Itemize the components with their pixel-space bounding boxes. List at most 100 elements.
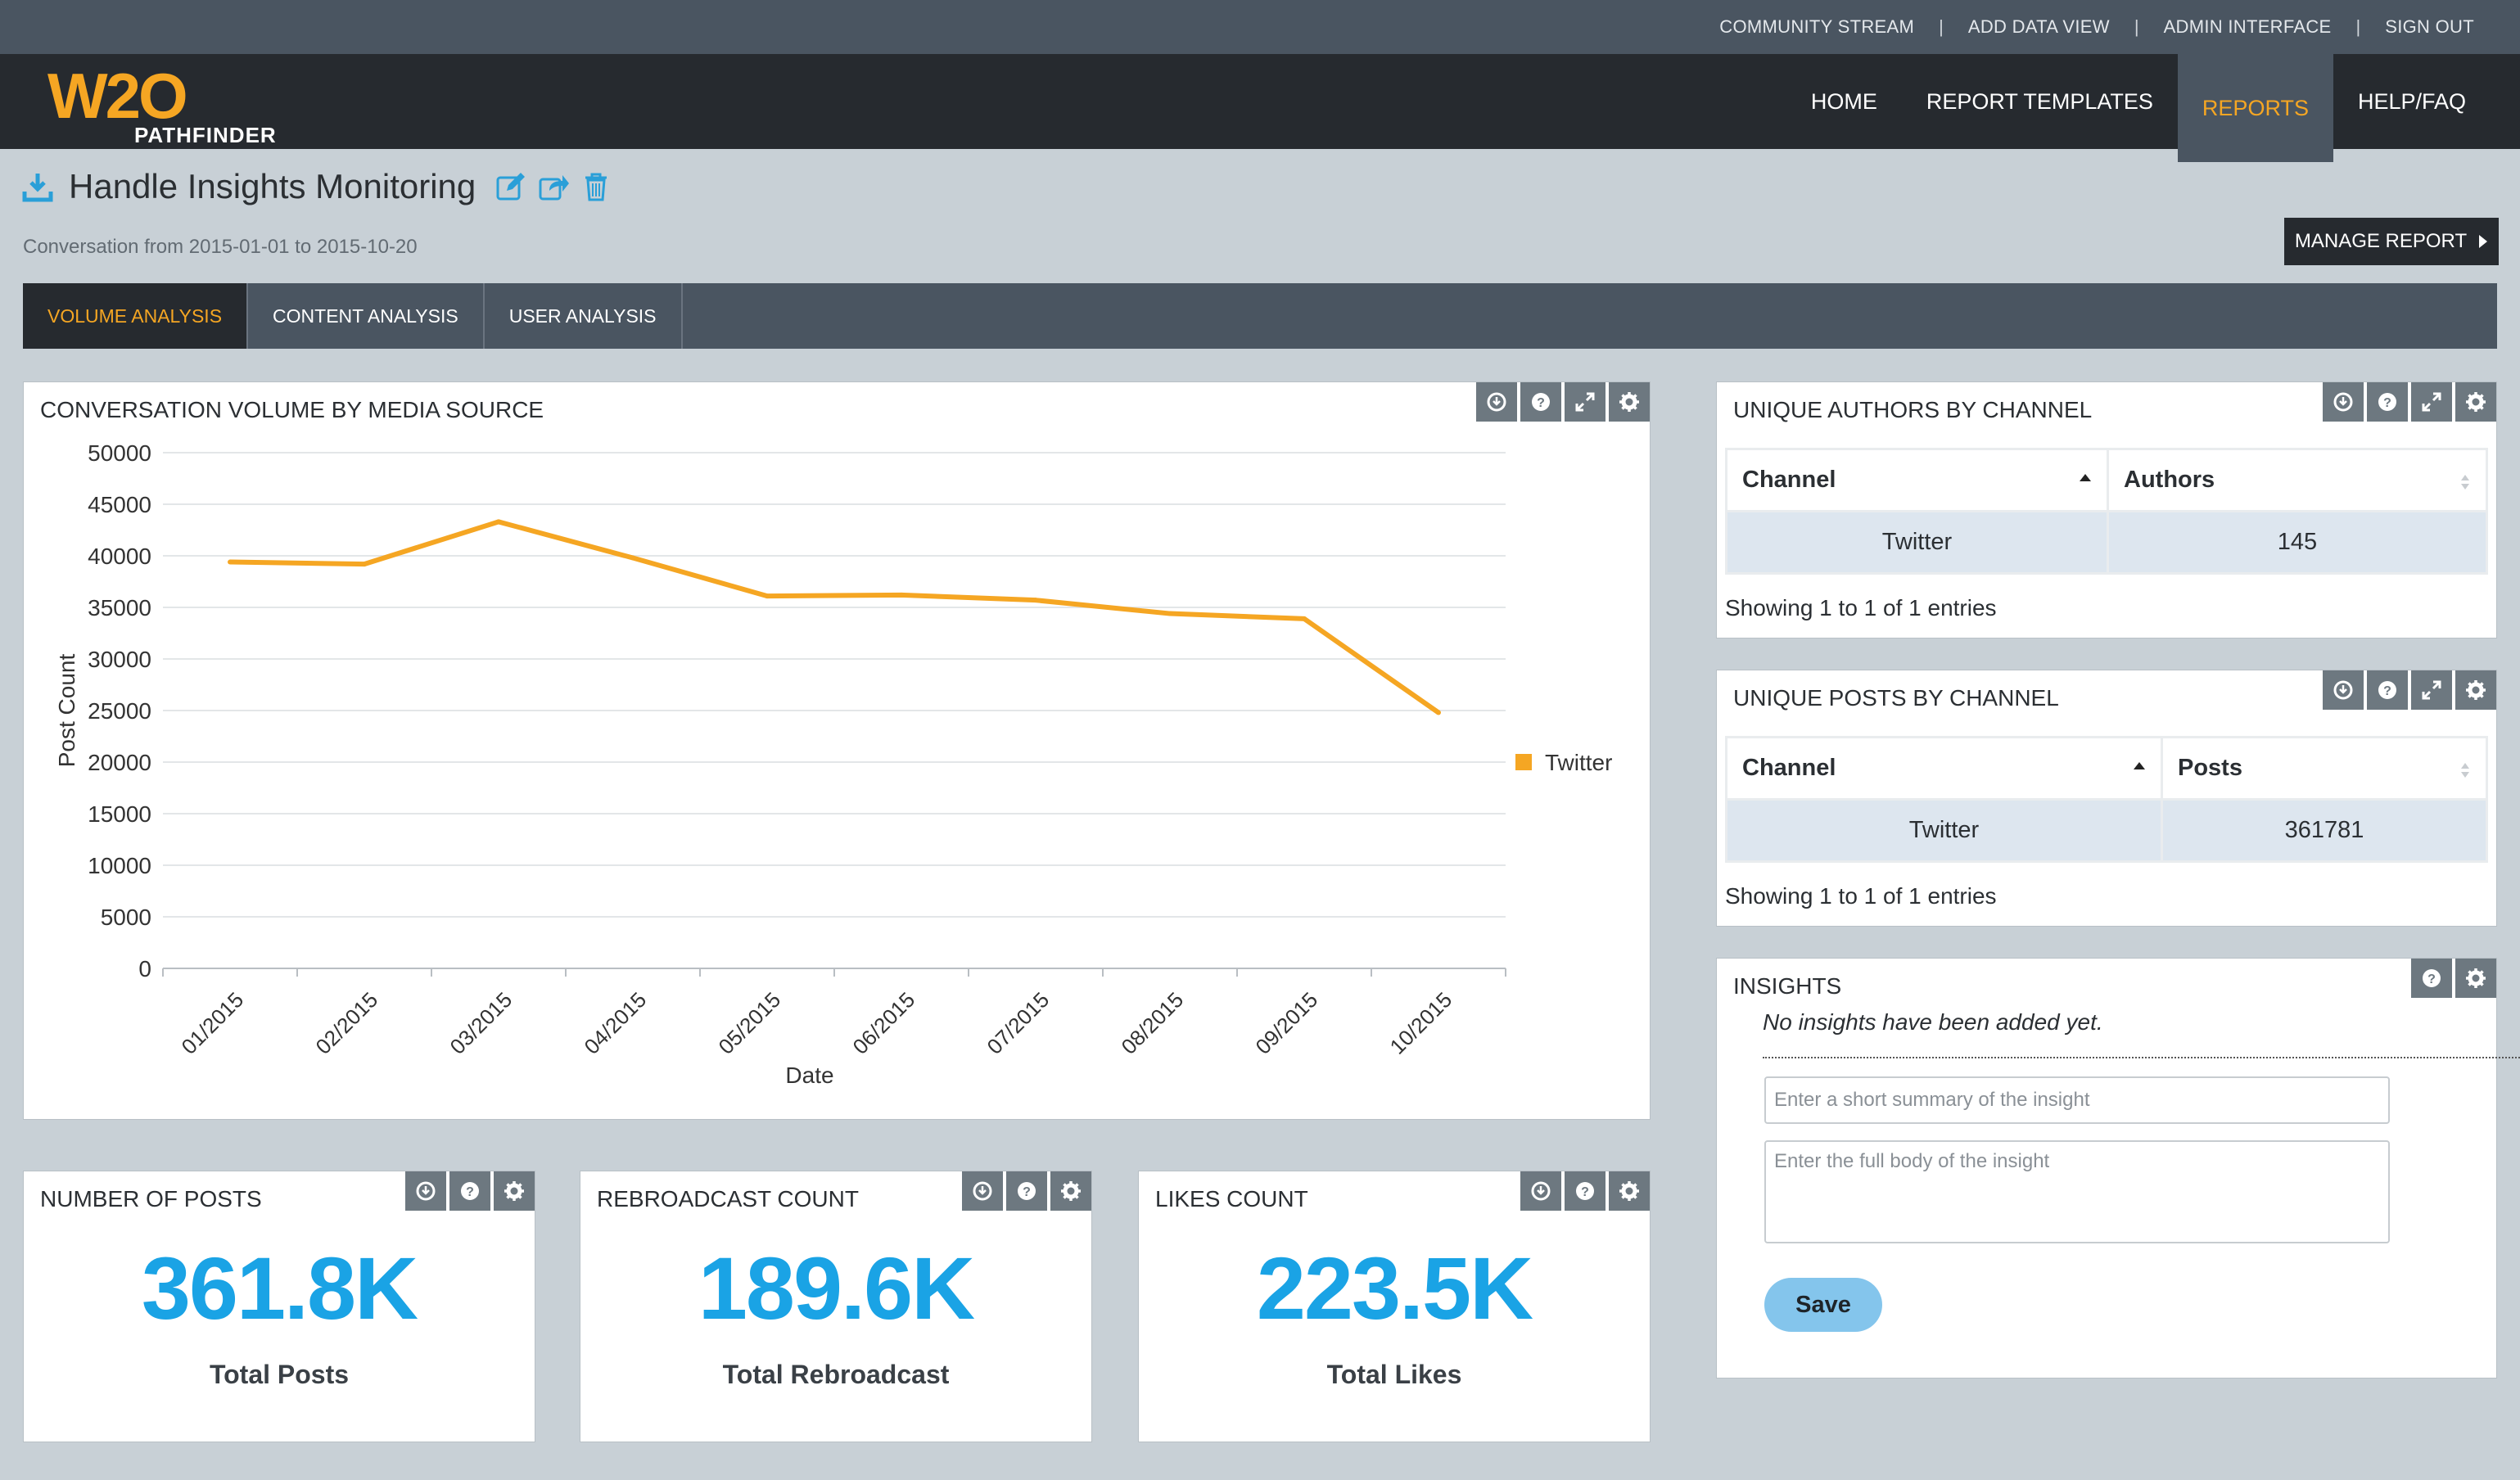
- stat-card-title: REBROADCAST COUNT: [597, 1186, 859, 1212]
- help-button[interactable]: ?: [2411, 959, 2452, 998]
- x-tick-label: 10/2015: [1385, 987, 1457, 1059]
- nav-help-faq[interactable]: HELP/FAQ: [2333, 54, 2491, 149]
- separator: |: [1939, 16, 1944, 37]
- report-header: Handle Insights Monitoring: [21, 167, 623, 206]
- panel-tools: ?: [2323, 382, 2496, 422]
- help-icon: ?: [2378, 393, 2396, 411]
- help-icon: ?: [461, 1182, 479, 1200]
- table-row: Twitter 361781: [1725, 798, 2488, 863]
- settings-button[interactable]: [2455, 959, 2496, 998]
- insight-summary-input[interactable]: [1764, 1076, 2390, 1124]
- settings-button[interactable]: [2455, 382, 2496, 422]
- svg-text:?: ?: [466, 1185, 474, 1199]
- no-insights-message: No insights have been added yet.: [1763, 1009, 2103, 1035]
- tab-volume-analysis[interactable]: VOLUME ANALYSIS: [23, 283, 249, 349]
- gear-icon: [1061, 1181, 1081, 1201]
- download-button[interactable]: [2323, 670, 2364, 710]
- download-button[interactable]: [1520, 1171, 1561, 1211]
- header-label: Channel: [1742, 467, 1836, 493]
- settings-button[interactable]: [1050, 1171, 1091, 1211]
- download-button[interactable]: [2323, 382, 2364, 422]
- sort-asc-icon: [2080, 474, 2091, 481]
- column-header-channel[interactable]: Channel: [1725, 448, 2109, 512]
- edit-icon[interactable]: [495, 171, 526, 202]
- download-button[interactable]: [405, 1171, 446, 1211]
- stat-card-rebroadcast: REBROADCAST COUNT ? 189.6K Total Rebroad…: [580, 1171, 1092, 1442]
- x-tick-label: 06/2015: [848, 987, 920, 1059]
- community-stream-link[interactable]: COMMUNITY STREAM: [1719, 16, 1914, 38]
- x-tick-label: 04/2015: [580, 987, 652, 1059]
- settings-button[interactable]: [1609, 1171, 1650, 1211]
- trash-icon[interactable]: [580, 171, 612, 202]
- data-point: [1436, 710, 1441, 715]
- cell-channel: Twitter: [1725, 510, 2109, 575]
- expand-icon: [2422, 392, 2441, 412]
- panel-tools: ?: [2411, 959, 2496, 998]
- caret-right-icon: [2479, 235, 2488, 248]
- manage-report-button[interactable]: MANAGE REPORT: [2284, 218, 2499, 265]
- panel-tools: ?: [1520, 1171, 1650, 1211]
- legend-label: Twitter: [1545, 750, 1612, 775]
- save-insight-button[interactable]: Save: [1764, 1278, 1882, 1332]
- x-tick-label: 09/2015: [1251, 987, 1323, 1059]
- x-tick-label: 05/2015: [714, 987, 786, 1059]
- stat-label: Total Likes: [1326, 1360, 1462, 1389]
- utility-bar: COMMUNITY STREAM | ADD DATA VIEW | ADMIN…: [0, 0, 2520, 54]
- admin-interface-link[interactable]: ADMIN INTERFACE: [2164, 16, 2332, 38]
- help-button[interactable]: ?: [1565, 1171, 1605, 1211]
- data-point: [765, 593, 770, 599]
- header-label: Authors: [2124, 467, 2215, 493]
- analysis-tabs: VOLUME ANALYSIS CONTENT ANALYSIS USER AN…: [23, 283, 2497, 349]
- help-button[interactable]: ?: [1006, 1171, 1047, 1211]
- authors-table: Channel Authors Twitter 145: [1725, 448, 2488, 575]
- unique-posts-panel: UNIQUE POSTS BY CHANNEL ? Channel Posts …: [1716, 670, 2497, 927]
- stat-value: 189.6K: [698, 1239, 975, 1338]
- panel-tools: ?: [2323, 670, 2496, 710]
- tab-user-analysis[interactable]: USER ANALYSIS: [485, 283, 683, 349]
- stat-label: Total Posts: [209, 1360, 350, 1389]
- data-point: [1033, 598, 1038, 603]
- tab-content-analysis[interactable]: CONTENT ANALYSIS: [248, 283, 485, 349]
- add-data-view-link[interactable]: ADD DATA VIEW: [1968, 16, 2110, 38]
- sign-out-link[interactable]: SIGN OUT: [2385, 16, 2474, 38]
- settings-button[interactable]: [2455, 670, 2496, 710]
- y-tick-label: 0: [138, 956, 151, 981]
- download-circle-icon: [1531, 1181, 1551, 1201]
- x-tick-label: 02/2015: [311, 987, 383, 1059]
- settings-button[interactable]: [494, 1171, 535, 1211]
- nav-reports[interactable]: REPORTS: [2177, 54, 2333, 162]
- column-header-channel[interactable]: Channel: [1725, 736, 2163, 801]
- data-point: [362, 562, 367, 567]
- data-point: [1302, 616, 1307, 621]
- share-icon[interactable]: [538, 171, 570, 202]
- pathfinder-logo[interactable]: W2O PATHFINDER: [47, 64, 276, 147]
- insight-body-textarea[interactable]: [1764, 1140, 2390, 1243]
- header-label: Channel: [1742, 755, 1836, 781]
- nav-report-templates[interactable]: REPORT TEMPLATES: [1902, 54, 2178, 149]
- download-button[interactable]: [962, 1171, 1003, 1211]
- data-point: [899, 592, 904, 598]
- y-tick-label: 45000: [88, 492, 151, 517]
- y-tick-label: 35000: [88, 595, 151, 620]
- gear-icon: [2466, 968, 2486, 988]
- y-tick-label: 25000: [88, 698, 151, 724]
- stat-card-posts: NUMBER OF POSTS ? 361.8K Total Posts: [23, 1171, 535, 1442]
- help-button[interactable]: ?: [2367, 670, 2408, 710]
- help-icon: ?: [2378, 681, 2396, 699]
- nav-home[interactable]: HOME: [1786, 54, 1902, 149]
- logo-subtext: PATHFINDER: [134, 123, 277, 147]
- help-button[interactable]: ?: [2367, 382, 2408, 422]
- column-header-posts[interactable]: Posts: [2161, 736, 2488, 801]
- table-header-row: Channel Posts: [1725, 736, 2488, 801]
- expand-button[interactable]: [2411, 382, 2452, 422]
- header-label: Posts: [2178, 755, 2242, 781]
- column-header-authors[interactable]: Authors: [2107, 448, 2488, 512]
- download-icon[interactable]: [21, 170, 54, 203]
- table-info: Showing 1 to 1 of 1 entries: [1725, 883, 1997, 909]
- data-point: [496, 519, 501, 525]
- svg-text:?: ?: [2427, 972, 2436, 986]
- separator: |: [2134, 16, 2139, 37]
- help-button[interactable]: ?: [449, 1171, 490, 1211]
- expand-button[interactable]: [2411, 670, 2452, 710]
- sort-both-icon: [2461, 763, 2469, 778]
